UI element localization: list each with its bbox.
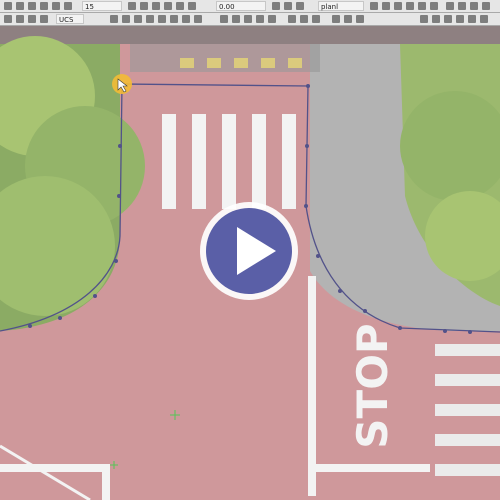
scale-icon[interactable] xyxy=(176,2,184,10)
xref-icon[interactable] xyxy=(468,15,476,23)
dim-linear-icon[interactable] xyxy=(232,15,240,23)
layer-icon[interactable] xyxy=(272,2,280,10)
ucs-origin-icon[interactable] xyxy=(122,15,130,23)
scale-input[interactable]: 15 xyxy=(82,1,122,11)
image-icon[interactable] xyxy=(458,2,466,10)
dim-aligned-icon[interactable] xyxy=(244,15,252,23)
render-icon[interactable] xyxy=(288,15,296,23)
draw-circle-icon[interactable] xyxy=(394,2,402,10)
select-tool-icon[interactable] xyxy=(4,2,12,10)
ucs-z-icon[interactable] xyxy=(194,15,202,23)
ucs-x-icon[interactable] xyxy=(170,15,178,23)
plane-select[interactable]: planl xyxy=(318,1,364,11)
ucs-y-icon[interactable] xyxy=(182,15,190,23)
dim-radius-icon[interactable] xyxy=(256,15,264,23)
wireframe-icon[interactable] xyxy=(312,15,320,23)
top-toolbar: 15 0.00 planl xyxy=(0,0,500,13)
gradient-icon[interactable] xyxy=(432,15,440,23)
linetype-icon[interactable] xyxy=(296,2,304,10)
dimension-icon[interactable] xyxy=(220,15,228,23)
coordinate-readout[interactable]: 0.00 xyxy=(216,1,266,11)
print-icon[interactable] xyxy=(470,2,478,10)
list-icon[interactable] xyxy=(356,15,364,23)
snap-icon[interactable] xyxy=(28,2,36,10)
shade-icon[interactable] xyxy=(300,15,308,23)
properties-icon[interactable] xyxy=(284,2,292,10)
rotate-icon[interactable] xyxy=(140,2,148,10)
draw-arc-icon[interactable] xyxy=(382,2,390,10)
second-toolbar: UCS xyxy=(0,13,500,26)
measure-icon[interactable] xyxy=(332,15,340,23)
area-icon[interactable] xyxy=(344,15,352,23)
osnap-center-icon[interactable] xyxy=(28,15,36,23)
insert-icon[interactable] xyxy=(456,15,464,23)
zoom-icon[interactable] xyxy=(52,2,60,10)
hatch-icon[interactable] xyxy=(420,15,428,23)
dim-angle-icon[interactable] xyxy=(268,15,276,23)
pen-icon[interactable] xyxy=(446,2,454,10)
ucs-world-icon[interactable] xyxy=(110,15,118,23)
redo-icon[interactable] xyxy=(430,2,438,10)
mirror-icon[interactable] xyxy=(164,2,172,10)
block-icon[interactable] xyxy=(444,15,452,23)
play-button[interactable] xyxy=(194,196,304,306)
ucs-label[interactable]: UCS xyxy=(56,14,84,24)
ortho-icon[interactable] xyxy=(40,2,48,10)
pan-icon[interactable] xyxy=(64,2,72,10)
delete-icon[interactable] xyxy=(406,2,414,10)
ucs-object-icon[interactable] xyxy=(146,15,154,23)
settings-icon[interactable] xyxy=(480,15,488,23)
undo-icon[interactable] xyxy=(418,2,426,10)
drawing-canvas[interactable]: STOP xyxy=(0,26,500,500)
copy-icon[interactable] xyxy=(152,2,160,10)
draw-line-icon[interactable] xyxy=(370,2,378,10)
move-icon[interactable] xyxy=(128,2,136,10)
help-icon[interactable] xyxy=(482,2,490,10)
ucs-3point-icon[interactable] xyxy=(134,15,142,23)
osnap-node-icon[interactable] xyxy=(40,15,48,23)
osnap-endpoint-icon[interactable] xyxy=(4,15,12,23)
osnap-midpoint-icon[interactable] xyxy=(16,15,24,23)
ucs-view-icon[interactable] xyxy=(158,15,166,23)
trim-icon[interactable] xyxy=(188,2,196,10)
grid-icon[interactable] xyxy=(16,2,24,10)
